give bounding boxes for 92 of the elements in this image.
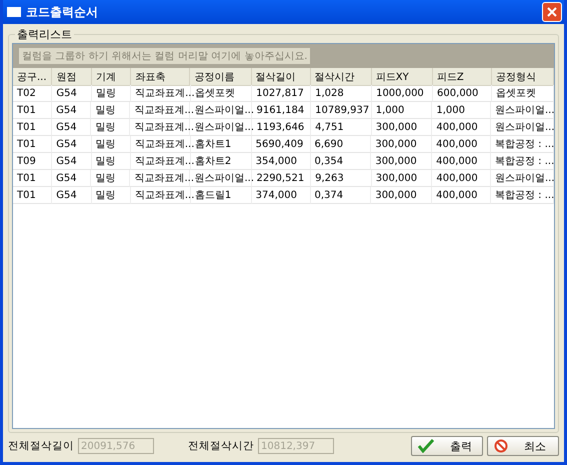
table-cell: 직교좌표계... bbox=[130, 153, 191, 170]
column-header[interactable]: 피드XY bbox=[372, 68, 433, 86]
group-hint: 컬럼을 그룹하 하기 위해서는 컬럼 머리말 여기에 놓아주십시요. bbox=[19, 48, 310, 64]
total-label: 전체절삭시간 bbox=[188, 439, 254, 453]
table-cell: 홈차트1 bbox=[190, 136, 252, 153]
total-label: 전체절삭길이 bbox=[8, 439, 74, 453]
print-button[interactable]: 출력 bbox=[411, 436, 483, 456]
table-cell: T01 bbox=[13, 170, 52, 187]
table-cell: 복합공정 : ... bbox=[491, 136, 554, 153]
table-cell: 직교좌표계... bbox=[130, 170, 190, 187]
prohibited-icon bbox=[494, 439, 508, 453]
table-cell: 원스파이얼... bbox=[190, 102, 252, 119]
close-button[interactable] bbox=[542, 2, 562, 22]
table-cell: T01 bbox=[13, 119, 52, 136]
table-cell: 1,028 bbox=[311, 85, 372, 102]
table-cell: T01 bbox=[13, 187, 52, 204]
column-header[interactable]: 좌표축 bbox=[131, 68, 190, 86]
table-cell: 옵셋포켓 bbox=[191, 85, 252, 102]
table-cell: 0,374 bbox=[310, 187, 372, 204]
table-cell: 400,000 bbox=[432, 119, 491, 136]
table-cell: 원스파이얼... bbox=[491, 170, 554, 187]
table-cell: 1,000 bbox=[432, 102, 491, 119]
table-cell: 374,000 bbox=[252, 187, 311, 204]
table-cell: 직교좌표계... bbox=[131, 85, 192, 102]
table-cell: 원스파이얼... bbox=[190, 170, 252, 187]
table-cell: 밀링 bbox=[92, 153, 131, 170]
table-cell: 밀링 bbox=[91, 102, 130, 119]
table-cell: 밀링 bbox=[91, 119, 130, 136]
table-cell: G54 bbox=[52, 85, 92, 102]
window-title: 코드출력순서 bbox=[26, 4, 99, 20]
table-cell: 밀링 bbox=[91, 170, 130, 187]
table-cell: 원스파이얼... bbox=[190, 119, 252, 136]
table-cell: 1027,817 bbox=[252, 85, 312, 102]
column-header[interactable]: 원점 bbox=[52, 68, 92, 86]
table-cell: G54 bbox=[52, 153, 92, 170]
table-cell: T02 bbox=[13, 85, 52, 102]
column-header[interactable]: 공정이름 bbox=[190, 68, 252, 86]
table-cell: 9161,184 bbox=[252, 102, 312, 119]
table-cell: 직교좌표계... bbox=[130, 136, 191, 153]
column-header[interactable]: 공정형식 bbox=[492, 68, 554, 86]
column-header[interactable]: 피드Z bbox=[432, 68, 492, 86]
table-cell: 1193,646 bbox=[252, 119, 312, 136]
close-icon bbox=[547, 7, 557, 17]
table-cell: T01 bbox=[13, 136, 52, 153]
table-cell: 2290,521 bbox=[252, 170, 312, 187]
table-cell: 밀링 bbox=[92, 85, 132, 102]
table-cell: 300,000 bbox=[372, 119, 432, 136]
table-cell: 4,751 bbox=[311, 119, 372, 136]
table-cell: 400,000 bbox=[432, 136, 491, 153]
column-header[interactable]: 절삭시간 bbox=[310, 68, 372, 86]
table-cell: G54 bbox=[52, 119, 92, 136]
table-cell: 직교좌표계... bbox=[130, 102, 190, 119]
table-cell: 300,000 bbox=[371, 187, 432, 204]
table-cell: 직교좌표계... bbox=[130, 187, 191, 204]
check-icon bbox=[418, 439, 434, 453]
table-cell: T09 bbox=[13, 153, 52, 170]
cancel-button[interactable]: 최소 bbox=[487, 436, 559, 456]
table-cell: 400,000 bbox=[432, 187, 491, 204]
table-cell: 옵셋포켓 bbox=[492, 85, 554, 102]
column-header[interactable]: 공구... bbox=[13, 68, 52, 86]
table-cell: 300,000 bbox=[372, 170, 432, 187]
table-cell: 354,000 bbox=[252, 153, 311, 170]
table-cell: 400,000 bbox=[432, 170, 491, 187]
table-cell: G54 bbox=[52, 170, 92, 187]
table-cell: 600,000 bbox=[433, 85, 492, 102]
table-cell: 밀링 bbox=[92, 136, 131, 153]
table-cell: 원스파이얼... bbox=[491, 119, 554, 136]
table-cell: 9,263 bbox=[311, 170, 372, 187]
table-cell: 원스파이얼... bbox=[491, 102, 554, 119]
window-icon bbox=[7, 7, 21, 17]
table-cell: 300,000 bbox=[371, 153, 432, 170]
table-cell: G54 bbox=[52, 187, 92, 204]
column-header[interactable]: 절삭길이 bbox=[252, 68, 311, 86]
table-cell: 300,000 bbox=[371, 136, 432, 153]
column-header[interactable]: 기계 bbox=[92, 68, 132, 86]
table-cell: 복합공정 : ... bbox=[491, 187, 554, 204]
table-cell: 밀링 bbox=[92, 187, 131, 204]
table-cell: 400,000 bbox=[432, 153, 491, 170]
table-cell: 0,354 bbox=[310, 153, 372, 170]
table-cell: T01 bbox=[13, 102, 52, 119]
table-cell: 6,690 bbox=[310, 136, 372, 153]
table-cell: 5690,409 bbox=[252, 136, 311, 153]
table-cell: 1000,000 bbox=[372, 85, 434, 102]
table-cell: 홈드릴1 bbox=[190, 187, 252, 204]
group-label: 출력리스트 bbox=[15, 27, 74, 42]
table-cell: 1,000 bbox=[372, 102, 432, 119]
table-cell: 홈차트2 bbox=[190, 153, 252, 170]
table-cell: 복합공정 : ... bbox=[491, 153, 554, 170]
table-cell: 직교좌표계... bbox=[130, 119, 190, 136]
table-cell: G54 bbox=[52, 136, 92, 153]
table-cell: G54 bbox=[52, 102, 92, 119]
table-cell: 10789,937 bbox=[311, 102, 372, 119]
